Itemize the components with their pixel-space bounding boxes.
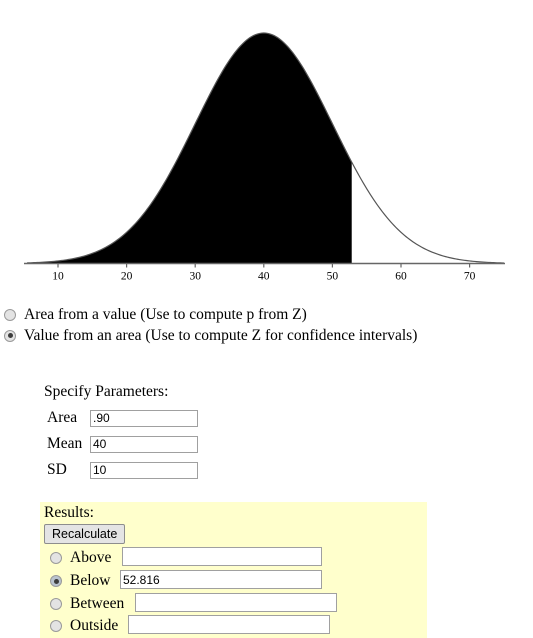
specify-parameters-section: Specify Parameters: Area Mean SD	[44, 383, 198, 483]
result-option-below[interactable]: Below	[50, 571, 110, 591]
svg-text:10: 10	[52, 271, 64, 283]
radio-button-below[interactable]	[50, 575, 62, 587]
mode-option-label-area-from-value: Area from a value (Use to compute p from…	[24, 306, 307, 323]
parameter-label-sd: SD	[47, 461, 67, 478]
parameter-row-area: Area	[44, 405, 198, 431]
below-value-input[interactable]	[120, 570, 322, 589]
mode-radio-group: Area from a value (Use to compute p from…	[4, 304, 529, 346]
radio-button-area-from-value[interactable]	[4, 308, 16, 321]
svg-text:70: 70	[464, 271, 476, 283]
mode-option-label-value-from-area: Value from an area (Use to compute Z for…	[24, 327, 418, 344]
radio-button-outside[interactable]	[50, 620, 62, 632]
results-heading: Results:	[44, 504, 94, 521]
radio-button-between[interactable]	[50, 598, 62, 610]
result-option-between[interactable]: Between	[50, 594, 124, 614]
distribution-plot: 10 20 30 40 50 60 70	[24, 32, 505, 283]
svg-text:60: 60	[395, 271, 407, 283]
svg-text:50: 50	[327, 271, 339, 283]
between-value-input[interactable]	[135, 593, 337, 612]
parameters-heading: Specify Parameters:	[44, 383, 169, 400]
parameter-row-sd: SD	[44, 457, 198, 483]
result-label-below: Below	[70, 572, 111, 589]
radio-button-above[interactable]	[50, 552, 62, 564]
parameter-row-mean: Mean	[44, 431, 198, 457]
parameter-label-mean: Mean	[47, 435, 83, 452]
above-value-input[interactable]	[122, 547, 322, 566]
area-input[interactable]	[90, 409, 198, 427]
sd-input[interactable]	[90, 461, 198, 479]
result-option-outside[interactable]: Outside	[50, 616, 118, 636]
normal-distribution-chart: 10 20 30 40 50 60 70	[0, 0, 533, 285]
recalculate-button[interactable]: Recalculate	[44, 524, 126, 544]
svg-text:40: 40	[258, 271, 270, 283]
outside-value-input[interactable]	[128, 615, 330, 634]
mode-option-value-from-area[interactable]: Value from an area (Use to compute Z for…	[4, 325, 529, 346]
parameter-label-area: Area	[47, 409, 78, 426]
mean-input[interactable]	[90, 435, 198, 453]
result-label-between: Between	[70, 595, 125, 612]
svg-text:20: 20	[121, 271, 133, 283]
results-panel: Results: Recalculate Above Below Between…	[40, 502, 427, 638]
x-axis-tick-labels: 10 20 30 40 50 60 70	[52, 271, 475, 283]
svg-text:30: 30	[189, 271, 201, 283]
radio-button-value-from-area[interactable]	[4, 329, 16, 342]
result-label-outside: Outside	[70, 617, 119, 634]
mode-option-area-from-value[interactable]: Area from a value (Use to compute p from…	[4, 304, 529, 325]
result-option-above[interactable]: Above	[50, 548, 111, 568]
result-label-above: Above	[70, 549, 112, 566]
